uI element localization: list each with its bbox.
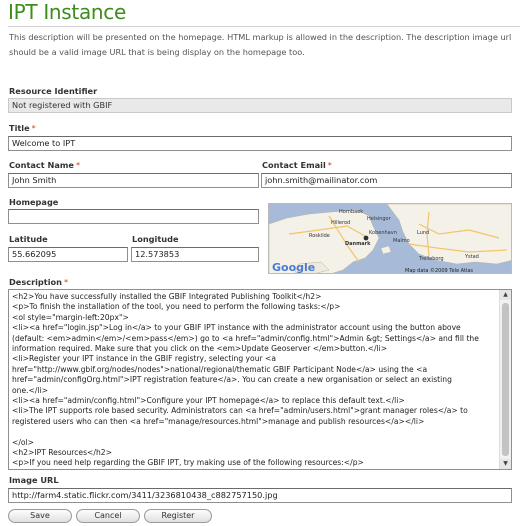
- latitude-label: Latitude: [9, 234, 48, 244]
- description-line: (default: <em>admin</em>/<em>pass</em>) …: [12, 333, 479, 343]
- save-button[interactable]: Save: [8, 509, 72, 523]
- description-line: information required. Make sure that you…: [12, 344, 388, 354]
- description-line: <h2>IPT Resources</h2>: [12, 448, 112, 458]
- required-mark: *: [327, 160, 332, 170]
- description-line: </ol>: [12, 437, 35, 447]
- title-divider: [8, 26, 520, 27]
- page-intro: This description will be presented on th…: [9, 32, 512, 57]
- cancel-button[interactable]: Cancel: [76, 509, 140, 523]
- description-scrollbar[interactable]: ▲ ▼: [499, 290, 511, 469]
- image-url-label: Image URL: [9, 475, 59, 485]
- register-button[interactable]: Register: [144, 509, 212, 523]
- description-line: <li><a href="admin/config.html">Configur…: [12, 396, 405, 406]
- required-mark: *: [31, 123, 36, 133]
- description-line: href="http://www.gbif.org/nodes/nodes">n…: [12, 364, 428, 374]
- contact-name-input[interactable]: John Smith: [8, 173, 259, 188]
- map-label: Hillerod: [331, 220, 350, 226]
- required-mark: *: [63, 277, 69, 287]
- map-label: Hornbaek: [339, 209, 363, 215]
- description-line: <ol style="margin-left:20px">: [12, 312, 129, 322]
- homepage-input[interactable]: [8, 209, 259, 224]
- scroll-down-icon[interactable]: ▼: [500, 459, 511, 469]
- longitude-label: Longitude: [132, 234, 179, 244]
- resource-identifier-label: Resource Identifier: [9, 86, 98, 96]
- description-line: <li>Register your IPT instance in the GB…: [12, 354, 277, 364]
- map-attribution: Map data ©2009 Tele Atlas: [405, 267, 473, 274]
- resource-identifier-field: Not registered with GBIF: [8, 98, 512, 113]
- description-line: <li><a href="login.jsp">Log in</a> to yo…: [12, 323, 461, 333]
- image-url-input[interactable]: http://farm4.static.flickr.com/3411/3236…: [8, 488, 512, 503]
- map-label: Malmo: [393, 238, 410, 244]
- description-line: <h2>You have successfully installed the …: [12, 292, 322, 301]
- description-line: <p>If you need help regarding the GBIF I…: [12, 458, 364, 468]
- map-label: Trelleborg: [418, 256, 444, 262]
- contact-email-label: Contact Email *: [262, 160, 332, 170]
- location-map[interactable]: Hornbaek Helsingor Hillerod Kobenhavn Da…: [268, 203, 512, 274]
- homepage-label: Homepage: [9, 197, 59, 207]
- contact-email-input[interactable]: john.smith@mailinator.com: [261, 173, 512, 188]
- description-line: <li>The IPT supports role based security…: [12, 406, 468, 416]
- description-line: <p>To finish the installation of the too…: [12, 302, 341, 312]
- scroll-up-icon[interactable]: ▲: [500, 290, 511, 300]
- description-label: Description *: [9, 277, 69, 287]
- map-label: Helsingor: [367, 216, 392, 222]
- map-label: Lund: [417, 230, 429, 236]
- description-line: one.</li>: [12, 385, 49, 395]
- map-label: Ystad: [464, 254, 479, 260]
- map-label: Kobenhavn: [369, 230, 397, 236]
- google-logo: Google: [272, 261, 315, 274]
- title-label: Title *: [9, 123, 36, 133]
- page-title: IPT Instance: [8, 0, 127, 24]
- contact-name-label: Contact Name *: [9, 160, 81, 170]
- scrollbar-thumb[interactable]: [502, 303, 509, 456]
- description-line: [12, 427, 496, 437]
- map-canvas[interactable]: Hornbaek Helsingor Hillerod Kobenhavn Da…: [269, 204, 512, 274]
- description-content[interactable]: <h2>You have successfully installed the …: [12, 292, 496, 469]
- latitude-input[interactable]: 55.662095: [8, 247, 128, 262]
- map-label: Roskilde: [309, 233, 330, 239]
- map-label: Danmark: [345, 241, 371, 247]
- title-input[interactable]: Welcome to IPT: [8, 136, 512, 151]
- description-line: registered users who can then <a href="m…: [12, 416, 425, 426]
- map-marker-icon[interactable]: [363, 235, 369, 241]
- required-mark: *: [75, 160, 81, 170]
- description-line: href="admin/configOrg.html">IPT registra…: [12, 375, 452, 385]
- longitude-input[interactable]: 12.573853: [131, 247, 259, 262]
- description-textarea[interactable]: <h2>You have successfully installed the …: [8, 289, 512, 470]
